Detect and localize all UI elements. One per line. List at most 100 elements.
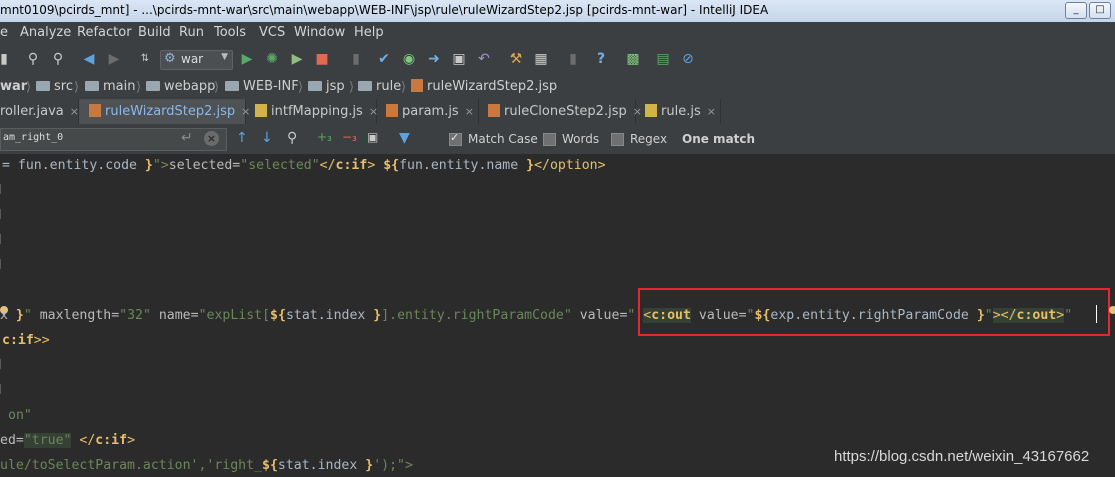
menu-analyze[interactable]: Analyze bbox=[20, 25, 71, 40]
tab-rulewizardstep2-jsp[interactable]: ruleWizardStep2.jsp × bbox=[79, 99, 250, 124]
breadcrumb-rule[interactable]: rule bbox=[358, 79, 401, 94]
menu-edit[interactable]: e bbox=[0, 25, 8, 40]
code-token: "32" bbox=[119, 308, 159, 323]
fold-marker[interactable] bbox=[0, 259, 6, 269]
folder-icon bbox=[308, 81, 322, 91]
minimize-button[interactable]: _ bbox=[1065, 2, 1087, 19]
vcs-commit-icon[interactable]: ◉ bbox=[401, 51, 417, 67]
restore-button[interactable]: □ bbox=[1089, 2, 1111, 19]
back-icon[interactable]: ◀ bbox=[81, 51, 97, 67]
tab-label: roller.java bbox=[0, 104, 64, 119]
save-icon[interactable]: ▮ bbox=[0, 51, 12, 67]
tab-rule-js[interactable]: rule.js × bbox=[637, 99, 721, 124]
fold-marker[interactable] bbox=[0, 209, 6, 219]
find-all-icon[interactable]: ⚲ bbox=[287, 130, 297, 146]
tab-ruleclonestep2-jsp[interactable]: ruleCloneStep2.jsp × bbox=[480, 99, 642, 124]
find-icon[interactable]: ⚲ bbox=[25, 51, 41, 67]
breadcrumb-jsp[interactable]: jsp bbox=[308, 79, 345, 94]
code-token: > bbox=[127, 433, 136, 448]
fold-marker[interactable] bbox=[0, 234, 6, 244]
intention-bulb-icon[interactable] bbox=[1109, 306, 1115, 314]
close-icon[interactable]: × bbox=[70, 105, 79, 118]
breadcrumb-web-inf[interactable]: WEB-INF bbox=[225, 79, 299, 94]
monitor-icon[interactable]: ▤ bbox=[655, 51, 671, 67]
code-line: on" bbox=[8, 408, 32, 423]
breadcrumb-main[interactable]: main bbox=[85, 79, 135, 94]
make-icon[interactable]: ⇅ bbox=[137, 51, 153, 67]
debug-icon[interactable]: ✺ bbox=[264, 51, 280, 67]
code-token: = bbox=[111, 308, 120, 323]
attach-icon[interactable]: ▮ bbox=[348, 51, 364, 67]
settings-icon[interactable]: ⚒ bbox=[508, 51, 524, 67]
menu-vcs[interactable]: VCS bbox=[259, 25, 285, 40]
help-icon[interactable]: ? bbox=[593, 51, 609, 67]
breadcrumb-label: src bbox=[54, 79, 73, 94]
code-token: c:if bbox=[2, 333, 34, 348]
close-icon[interactable]: × bbox=[369, 105, 378, 118]
forward-icon[interactable]: ▶ bbox=[106, 51, 122, 67]
vcs-revert-icon[interactable]: ↶ bbox=[476, 51, 492, 67]
next-occurrence-icon[interactable]: ↓ bbox=[261, 130, 273, 146]
add-occurrence-icon[interactable]: +₃ bbox=[317, 130, 332, 144]
menu-bar: e Analyze Refactor Build Run Tools VCS W… bbox=[0, 22, 1115, 44]
replace-icon[interactable]: ⚲ bbox=[50, 51, 66, 67]
match-case-label[interactable]: Match Case bbox=[468, 132, 538, 146]
search-input[interactable]: am_right_0 ↵ × bbox=[0, 128, 227, 151]
filter-icon[interactable]: ▼ bbox=[399, 130, 410, 146]
breadcrumb-webapp[interactable]: webapp bbox=[146, 79, 215, 94]
clear-search-icon[interactable]: × bbox=[204, 131, 219, 146]
menu-build[interactable]: Build bbox=[138, 25, 171, 40]
regex-checkbox[interactable] bbox=[611, 133, 624, 146]
menu-help[interactable]: Help bbox=[354, 25, 384, 40]
menu-window[interactable]: Window bbox=[294, 25, 345, 40]
code-line: c:if>> bbox=[2, 333, 50, 348]
match-case-checkbox[interactable] bbox=[449, 131, 462, 146]
regex-label[interactable]: Regex bbox=[630, 132, 667, 146]
text-caret bbox=[1096, 305, 1097, 323]
js-file-icon bbox=[255, 104, 267, 117]
words-checkbox[interactable] bbox=[543, 133, 556, 146]
project-structure-icon[interactable]: ▦ bbox=[533, 51, 549, 67]
no-entry-icon[interactable]: ⊘ bbox=[680, 51, 696, 67]
previous-occurrence-icon[interactable]: ↑ bbox=[236, 130, 248, 146]
tab-label: intfMapping.js bbox=[271, 104, 363, 119]
vcs-compare-icon[interactable]: ➜ bbox=[426, 51, 442, 67]
code-token: = fun.entity.code bbox=[2, 158, 145, 173]
menu-tools[interactable]: Tools bbox=[214, 25, 246, 40]
breadcrumb-file[interactable]: ruleWizardStep2.jsp bbox=[411, 79, 557, 94]
run-config-select[interactable]: ⚙ war ▼ bbox=[160, 50, 233, 70]
run-icon[interactable]: ▶ bbox=[239, 51, 255, 67]
search-result-count: One match bbox=[682, 132, 756, 146]
words-label[interactable]: Words bbox=[562, 132, 599, 146]
coverage-icon[interactable]: ▶ bbox=[289, 51, 305, 67]
vcs-update-icon[interactable]: ✔ bbox=[376, 51, 392, 67]
tab-param-js[interactable]: param.js × bbox=[378, 99, 479, 124]
remove-occurrence-icon[interactable]: −₃ bbox=[342, 130, 357, 144]
code-token: fun.entity.name bbox=[399, 158, 527, 173]
code-token: ule/toSelectParam.action','right_ bbox=[0, 458, 263, 473]
stop-icon[interactable]: ■ bbox=[314, 51, 330, 67]
plugin-icon[interactable]: ▩ bbox=[625, 51, 641, 67]
fold-marker[interactable] bbox=[0, 359, 6, 369]
fold-marker[interactable] bbox=[0, 184, 6, 194]
menu-run[interactable]: Run bbox=[179, 25, 204, 40]
tab-roller-java[interactable]: roller.java × bbox=[0, 99, 79, 124]
tab-intfmapping-js[interactable]: intfMapping.js × bbox=[247, 99, 378, 124]
code-editor[interactable]: = fun.entity.code }">selected="selected"… bbox=[0, 154, 1115, 477]
close-icon[interactable]: × bbox=[707, 105, 716, 118]
breadcrumb-war[interactable]: war bbox=[0, 79, 27, 94]
code-token: on" bbox=[8, 408, 32, 423]
breadcrumb-separator: ⟩ bbox=[74, 80, 80, 95]
code-token: "selected" bbox=[240, 158, 320, 173]
sdk-icon[interactable]: ▮ bbox=[565, 51, 581, 67]
code-token: stat.index bbox=[277, 458, 366, 473]
breadcrumb-src[interactable]: src bbox=[36, 79, 73, 94]
code-token: x bbox=[0, 308, 16, 323]
close-icon[interactable]: × bbox=[465, 105, 474, 118]
menu-refactor[interactable]: Refactor bbox=[77, 25, 132, 40]
breadcrumb-separator: ⟩ bbox=[26, 80, 32, 95]
vcs-history-icon[interactable]: ▣ bbox=[451, 51, 467, 67]
code-token: value bbox=[579, 308, 620, 323]
select-all-occurrences-icon[interactable]: ▣ bbox=[367, 130, 378, 144]
fold-marker[interactable] bbox=[0, 384, 6, 394]
